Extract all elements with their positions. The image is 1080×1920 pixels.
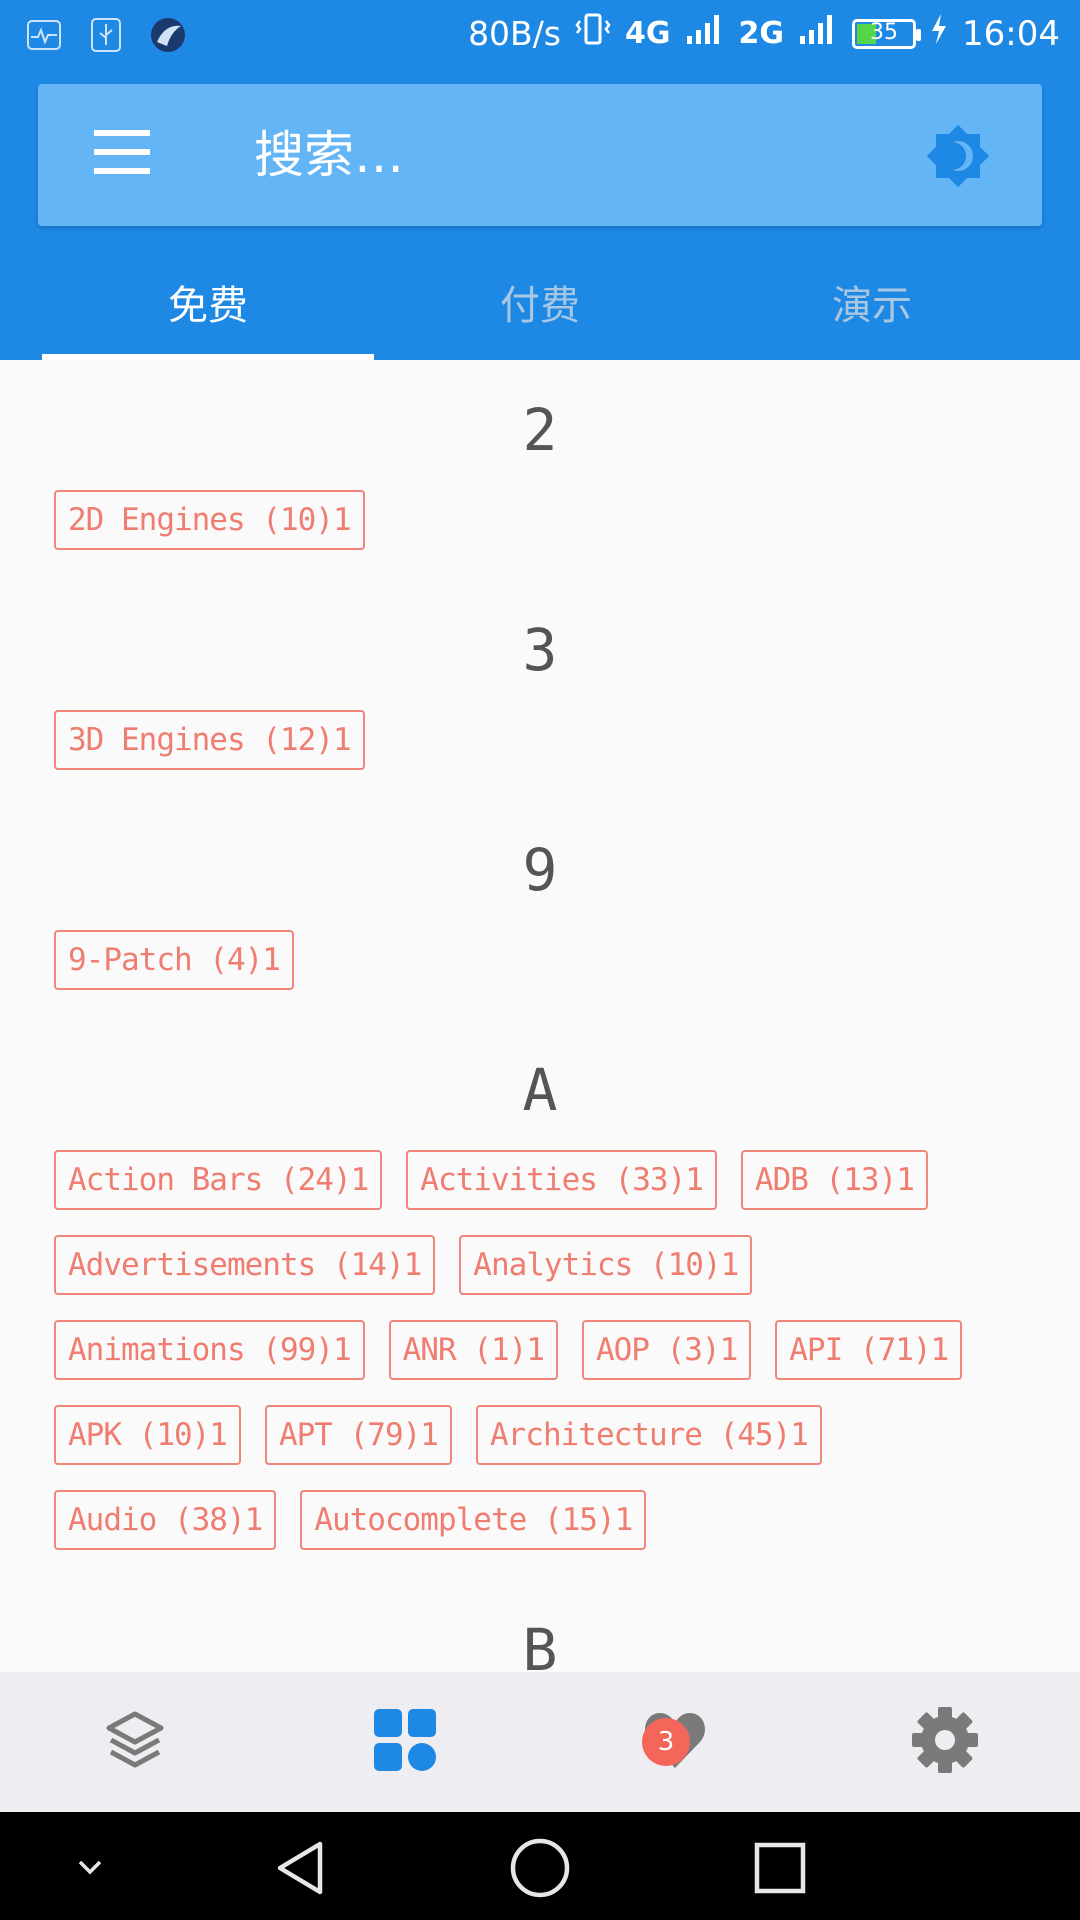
category-section: 2 2D Engines (10)1: [0, 360, 1080, 550]
app-notification-icon: [148, 16, 188, 54]
nav-layers[interactable]: [0, 1672, 270, 1812]
category-chip[interactable]: ADB (13)1: [740, 1150, 928, 1210]
bottom-navigation: 3: [0, 1672, 1080, 1812]
category-chip[interactable]: 2D Engines (10)1: [54, 490, 365, 550]
network-type-1: 4G: [625, 16, 671, 51]
recents-icon[interactable]: [748, 1836, 812, 1900]
status-bar: 80B/s 4G 2G 35 16:04: [0, 0, 1080, 74]
chip-group: 9-Patch (4)1: [54, 930, 1026, 990]
category-chip[interactable]: ANR (1)1: [388, 1320, 558, 1380]
back-icon[interactable]: [268, 1836, 332, 1900]
category-chip[interactable]: Animations (99)1: [54, 1320, 365, 1380]
clock: 16:04: [962, 13, 1060, 54]
tab-free[interactable]: 免费: [42, 258, 374, 360]
charging-icon: [930, 13, 948, 54]
layers-icon: [103, 1708, 167, 1776]
nav-dashboard[interactable]: [270, 1672, 540, 1812]
health-app-icon: [24, 16, 64, 54]
theme-toggle-icon[interactable]: [918, 116, 998, 196]
section-title: B: [522, 1616, 558, 1672]
usb-icon: [86, 16, 126, 54]
network-type-2: 2G: [738, 16, 785, 51]
section-title: A: [522, 1056, 558, 1124]
vibrate-icon: [575, 12, 611, 55]
chip-group: Action Bars (24)1 Activities (33)1 ADB (13…: [54, 1150, 1026, 1550]
system-navigation-bar: [0, 1812, 1080, 1920]
category-chip[interactable]: Audio (38)1: [54, 1490, 277, 1550]
category-chip[interactable]: 3D Engines (12)1: [54, 710, 365, 770]
battery-icon: 35: [852, 18, 922, 49]
category-chip[interactable]: APK (10)1: [54, 1405, 241, 1465]
notification-icons: [24, 16, 188, 54]
nav-favorites[interactable]: 3: [540, 1672, 810, 1812]
category-list[interactable]: 2 2D Engines (10)1 3 3D Engines (12)1 9 9-Pat…: [0, 360, 1080, 1672]
section-title: 2: [522, 396, 558, 464]
tab-demo[interactable]: 演示: [706, 258, 1038, 360]
category-chip[interactable]: APT (79)1: [264, 1405, 452, 1465]
category-tabs: 免费 付费 演示: [42, 258, 1038, 360]
category-chip[interactable]: Action Bars (24)1: [54, 1150, 383, 1210]
tab-paid[interactable]: 付费: [374, 258, 706, 360]
settings-icon: [909, 1704, 981, 1780]
signal-icon-1: [685, 12, 725, 55]
home-icon[interactable]: [508, 1836, 572, 1900]
chip-group: 2D Engines (10)1: [54, 490, 1026, 550]
category-chip[interactable]: Architecture (45)1: [475, 1405, 822, 1465]
category-chip[interactable]: Activities (33)1: [406, 1150, 717, 1210]
category-chip[interactable]: Analytics (10)1: [459, 1235, 753, 1295]
category-section: 9 9-Patch (4)1: [0, 800, 1080, 990]
signal-icon-2: [798, 12, 838, 55]
nav-settings[interactable]: [810, 1672, 1080, 1812]
app-header: 免费 付费 演示: [0, 74, 1080, 360]
category-section: A Action Bars (24)1 Activities (33)1 ADB (1…: [0, 1020, 1080, 1550]
network-speed: 80B/s: [468, 14, 562, 53]
search-bar: [38, 84, 1042, 226]
chip-group: 3D Engines (12)1: [54, 710, 1026, 770]
section-title: 3: [522, 616, 558, 684]
category-chip[interactable]: AOP (3)1: [581, 1320, 752, 1380]
dashboard-icon: [372, 1707, 438, 1777]
search-input[interactable]: [254, 114, 854, 196]
collapse-chevron-icon[interactable]: [58, 1836, 122, 1900]
category-section: 3 3D Engines (12)1: [0, 580, 1080, 770]
section-title: 9: [522, 836, 558, 904]
category-chip[interactable]: 9-Patch (4)1: [54, 930, 294, 990]
menu-icon[interactable]: [94, 130, 156, 180]
battery-percent: 35: [870, 19, 899, 45]
favorites-badge: 3: [642, 1718, 690, 1766]
category-section: BBackground Processing (53)1: [0, 1580, 1080, 1672]
category-chip[interactable]: Autocomplete (15)1: [300, 1490, 647, 1550]
category-chip[interactable]: API (71)1: [775, 1320, 963, 1380]
system-indicators: 80B/s 4G 2G 35 16:04: [468, 12, 1060, 55]
category-chip[interactable]: Advertisements (14)1: [54, 1235, 436, 1295]
